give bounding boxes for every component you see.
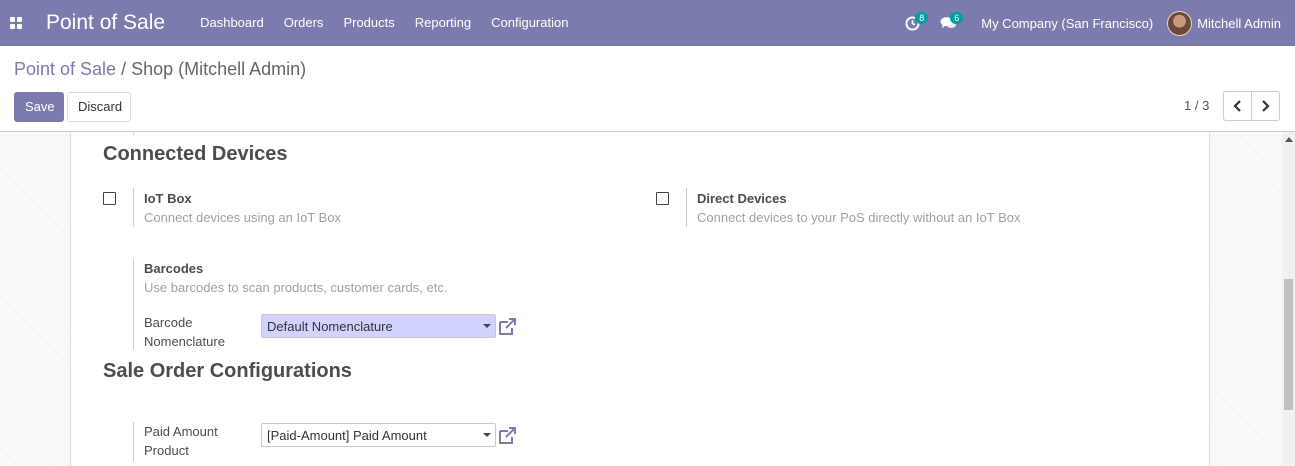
divider xyxy=(133,188,134,227)
caret-down-icon xyxy=(483,324,491,328)
iot-box-label: IoT Box xyxy=(144,191,192,206)
divider xyxy=(133,422,134,462)
breadcrumb-current: Shop (Mitchell Admin) xyxy=(131,59,307,79)
divider xyxy=(133,132,134,135)
barcode-nomenclature-label-line2: Nomenclature xyxy=(144,334,225,349)
paid-amount-product-value: [Paid-Amount] Paid Amount xyxy=(267,428,427,443)
apps-menu-icon[interactable] xyxy=(2,0,30,46)
barcode-nomenclature-select[interactable]: Default Nomenclature xyxy=(261,314,496,338)
paid-amount-label-line1: Paid Amount xyxy=(144,424,218,439)
barcode-nomenclature-label-line1: Barcode xyxy=(144,315,193,330)
messages-badge: 6 xyxy=(950,12,964,24)
barcodes-help: Use barcodes to scan products, customer … xyxy=(144,280,448,295)
messaging-menu[interactable]: 6 xyxy=(930,0,967,46)
menu-products[interactable]: Products xyxy=(333,0,404,46)
activity-menu[interactable]: 8 xyxy=(895,0,930,46)
section-title-connected-devices: Connected Devices xyxy=(103,143,288,165)
user-name: Mitchell Admin xyxy=(1197,15,1281,31)
breadcrumb-parent[interactable]: Point of Sale xyxy=(14,59,116,79)
divider xyxy=(686,188,687,227)
external-link-icon[interactable] xyxy=(498,427,518,445)
direct-devices-label: Direct Devices xyxy=(697,191,787,206)
top-navbar: Point of Sale Dashboard Orders Products … xyxy=(0,0,1295,46)
divider xyxy=(133,259,134,350)
iot-box-checkbox[interactable] xyxy=(103,192,116,205)
barcode-nomenclature-label: Barcode Nomenclature xyxy=(144,313,225,351)
section-title-sale-order: Sale Order Configurations xyxy=(103,360,352,382)
app-title[interactable]: Point of Sale xyxy=(46,11,165,35)
user-menu[interactable]: Mitchell Admin xyxy=(1167,10,1295,36)
scrollbar-thumb[interactable] xyxy=(1284,279,1293,410)
scroll-up-icon[interactable] xyxy=(1285,137,1293,142)
external-link-icon[interactable] xyxy=(498,318,518,336)
direct-devices-help: Connect devices to your PoS directly wit… xyxy=(697,210,1021,225)
barcode-nomenclature-value: Default Nomenclature xyxy=(267,319,393,334)
chevron-right-icon xyxy=(1262,100,1270,112)
control-panel: Point of Sale / Shop (Mitchell Admin) Save… xyxy=(0,46,1295,132)
menu-reporting[interactable]: Reporting xyxy=(405,0,481,46)
pager-value[interactable]: 1 / 3 xyxy=(1184,98,1209,113)
paid-amount-product-label: Paid Amount Product xyxy=(144,422,218,460)
paid-amount-product-select[interactable]: [Paid-Amount] Paid Amount xyxy=(261,423,496,447)
breadcrumb: Point of Sale / Shop (Mitchell Admin) xyxy=(14,59,306,80)
iot-box-help: Connect devices using an IoT Box xyxy=(144,210,342,225)
barcodes-label: Barcodes xyxy=(144,261,204,276)
menu-orders[interactable]: Orders xyxy=(274,0,334,46)
caret-down-icon xyxy=(483,433,491,437)
pager-previous-button[interactable] xyxy=(1223,91,1252,121)
company-switcher[interactable]: My Company (San Francisco) xyxy=(967,16,1167,31)
save-button[interactable]: Save xyxy=(14,92,64,122)
avatar xyxy=(1167,10,1193,36)
paid-amount-label-line2: Product xyxy=(144,443,189,458)
vertical-scrollbar[interactable] xyxy=(1282,132,1295,466)
main-menu: Dashboard Orders Products Reporting Conf… xyxy=(190,0,578,46)
form-sheet: Connected Devices IoT Box Connect device… xyxy=(70,132,1210,466)
menu-configuration[interactable]: Configuration xyxy=(481,0,578,46)
discard-button[interactable]: Discard xyxy=(67,92,131,122)
systray: 8 6 My Company (San Francisco) Mitchell … xyxy=(895,0,1295,46)
breadcrumb-separator: / xyxy=(121,59,127,79)
chevron-left-icon xyxy=(1233,100,1241,112)
direct-devices-checkbox[interactable] xyxy=(656,192,669,205)
menu-dashboard[interactable]: Dashboard xyxy=(190,0,274,46)
pager-next-button[interactable] xyxy=(1251,91,1280,121)
form-content: Connected Devices IoT Box Connect device… xyxy=(0,132,1295,466)
activity-badge: 8 xyxy=(915,12,929,24)
